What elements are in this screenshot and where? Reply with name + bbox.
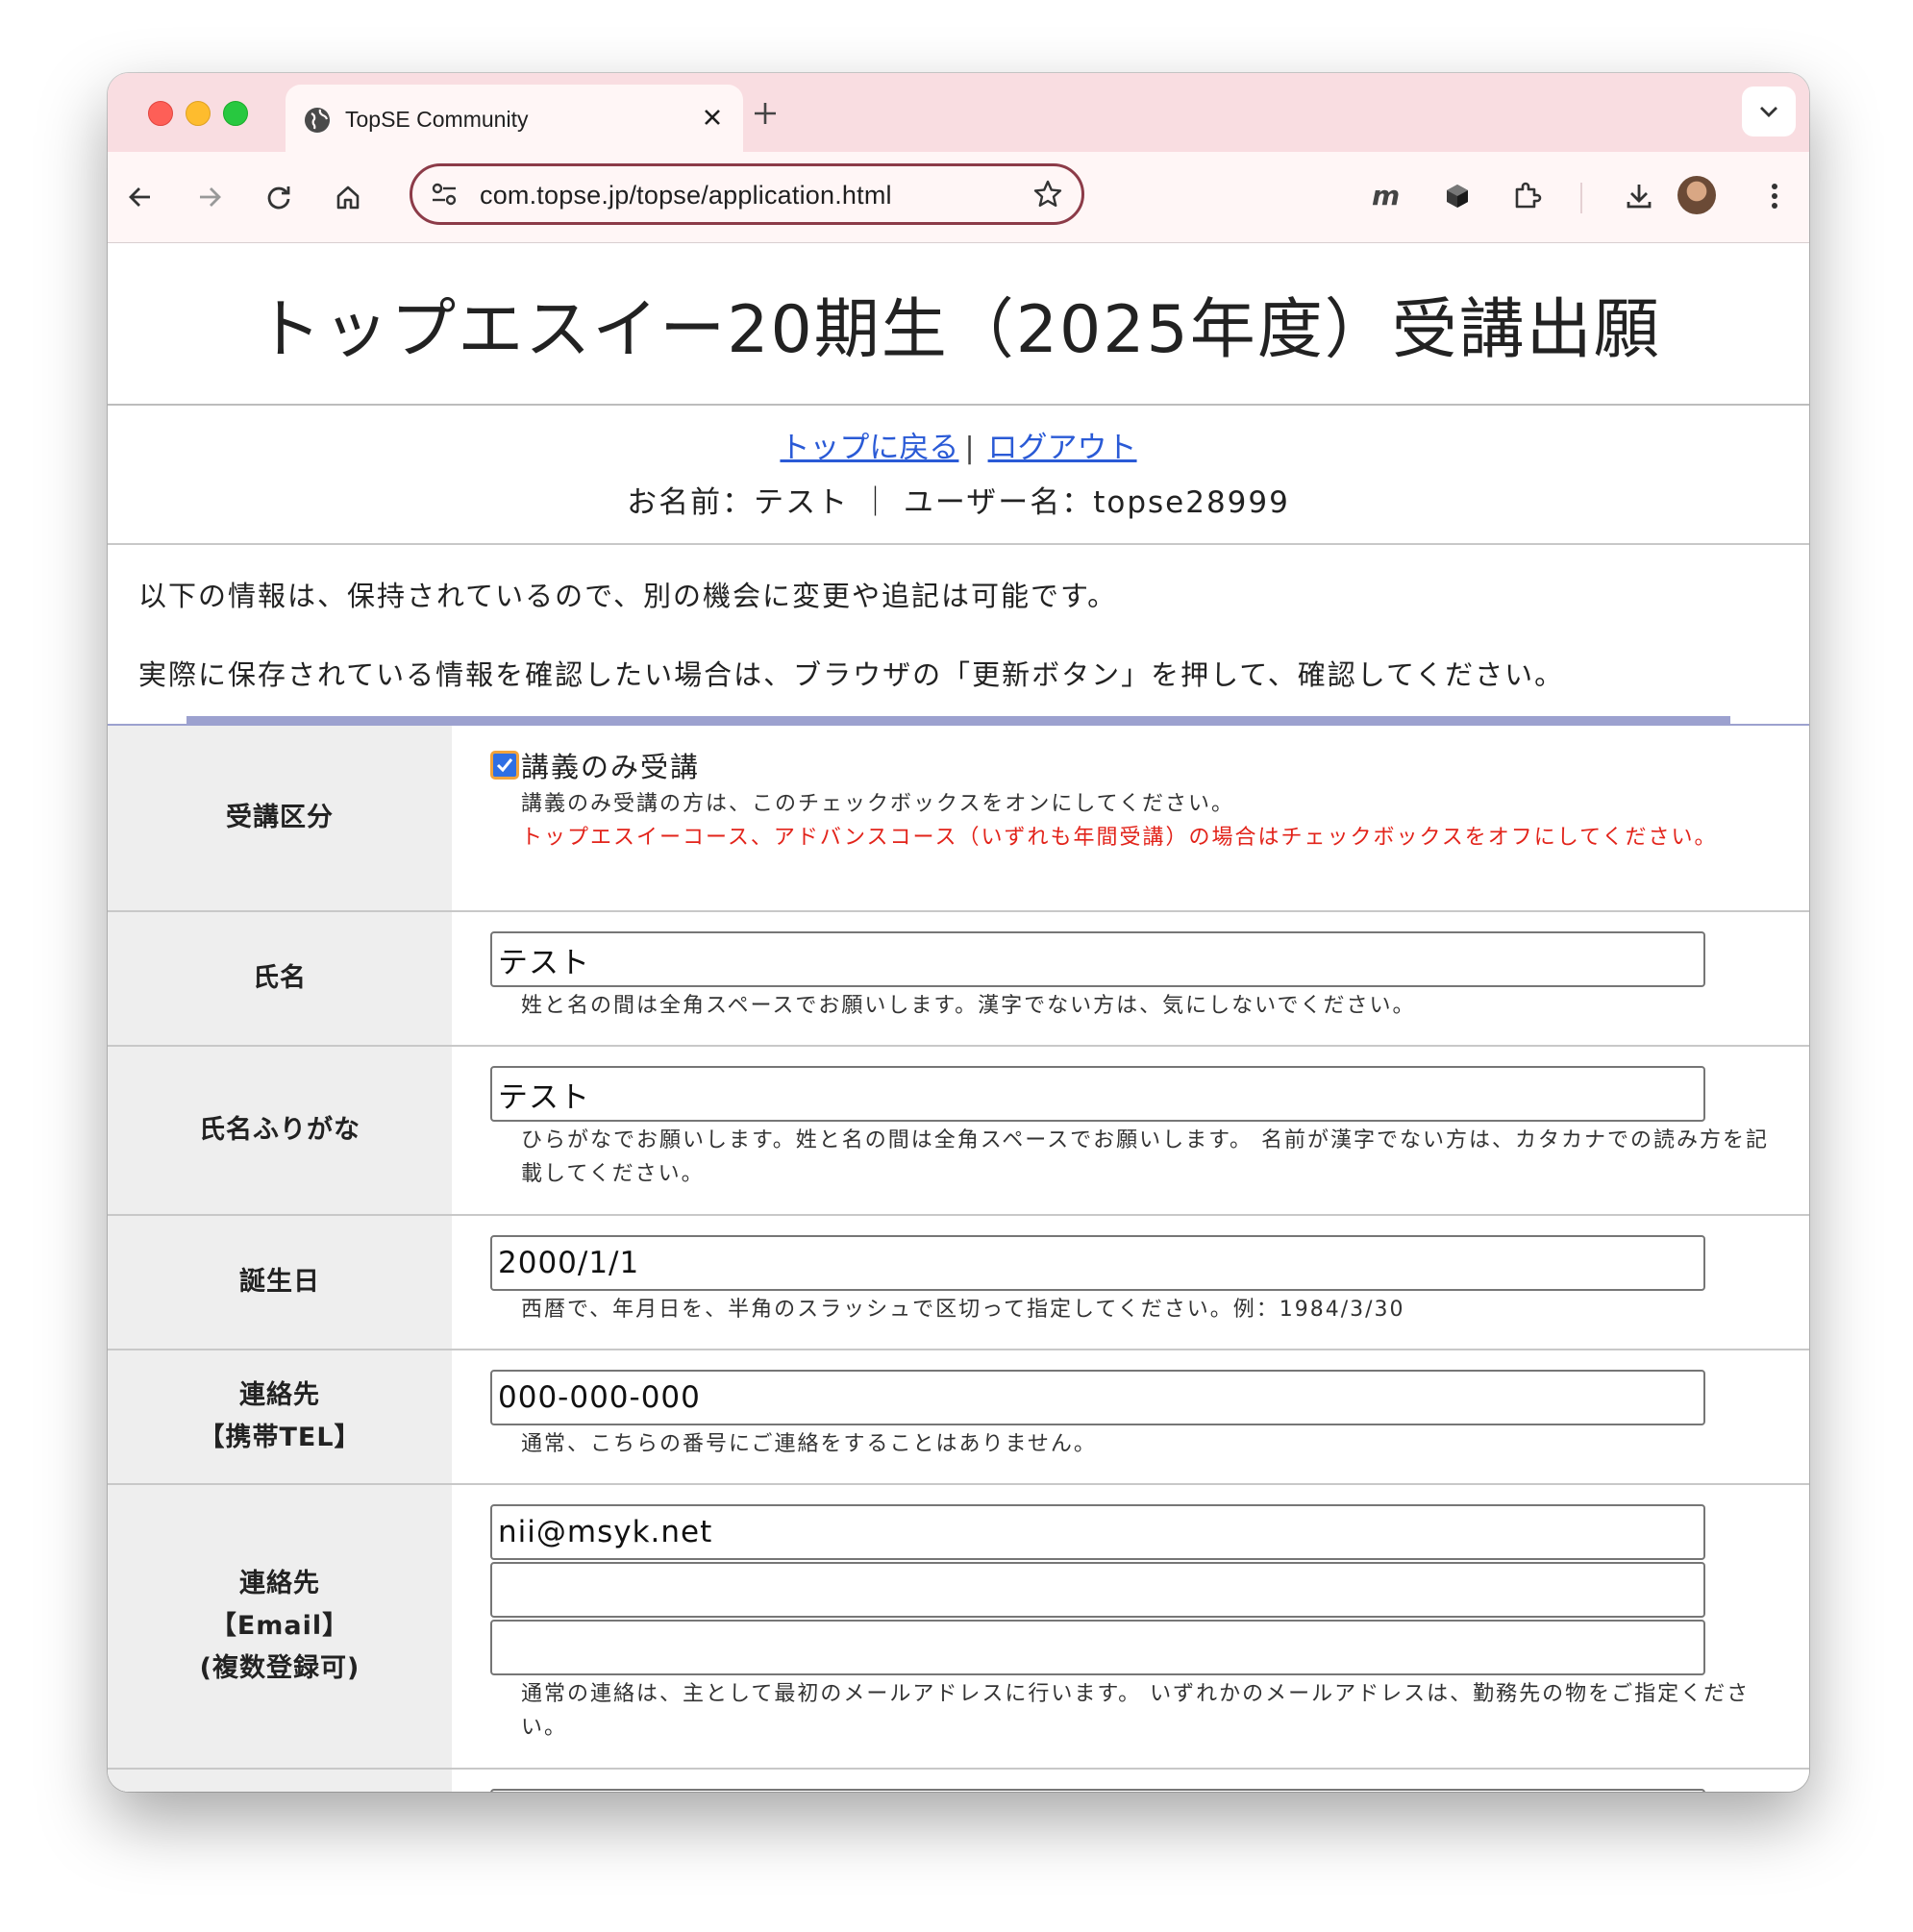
phone-label-line1: 連絡先 [238,1380,320,1410]
row-furigana: 氏名ふりがな ひらがなでお願いします。姓と名の間は全角スペースでお願いします。 … [108,1047,1809,1216]
lecture-only-label[interactable]: 講義のみ受講 [521,745,700,785]
chevron-down-icon [1760,107,1777,117]
bookmark-star-icon[interactable] [1031,178,1064,211]
accent-bar [186,716,1730,724]
close-window-button[interactable] [148,101,173,126]
email-note: 通常の連絡は、主として最初のメールアドレスに行います。 いずれかのメールアドレス… [521,1682,1751,1740]
name-label: 氏名 [108,912,452,1045]
svg-text:m: m [1372,182,1400,211]
reload-icon[interactable] [258,176,300,218]
new-tab-icon[interactable] [750,98,781,129]
name-note: 姓と名の間は全角スペースでお願いします。漢字でない方は、気にしないでください。 [521,994,1416,1018]
furigana-note: ひらがなでお願いします。姓と名の間は全角スペースでお願いします。 名前が漢字でな… [521,1128,1769,1186]
intro-section: 以下の情報は、保持されているので、別の機会に変更や追記は可能です。 実際に保存さ… [108,545,1809,716]
birthday-field: 西暦で、年月日を、半角のスラッシュで区切って指定してください。例：1984/3/… [452,1216,1809,1349]
row-name: 氏名 姓と名の間は全角スペースでお願いします。漢字でない方は、気にしないでくださ… [108,912,1809,1047]
browser-toolbar: com.topse.jp/topse/application.html m [108,152,1809,243]
phone-label: 連絡先【携帯TEL】 [108,1350,452,1483]
email-label-line2: 【Email】 [210,1611,350,1641]
logout-link[interactable]: ログアウト [988,431,1137,465]
more-menu-icon[interactable] [1752,173,1798,219]
nav-links: トップに戻る | ログアウト [108,423,1809,466]
link-separator: | [964,432,975,465]
course-type-label: 受講区分 [108,726,452,910]
phone-field: 通常、こちらの番号にご連絡をすることはありません。 [452,1350,1809,1483]
next-input[interactable] [490,1789,1705,1792]
row-birthday: 誕生日 西暦で、年月日を、半角のスラッシュで区切って指定してください。例：198… [108,1216,1809,1350]
row-phone: 連絡先【携帯TEL】 通常、こちらの番号にご連絡をすることはありません。 [108,1350,1809,1485]
zoom-window-button[interactable] [223,101,248,126]
user-info: お名前：テスト ｜ ユーザー名：topse28999 [627,485,1290,520]
email-label-line1: 連絡先 [239,1569,320,1598]
email-input-1[interactable] [490,1504,1705,1560]
intro-text-1: 以下の情報は、保持されているので、別の機会に変更や追記は可能です。 [138,580,1118,612]
birthday-input[interactable] [490,1235,1705,1291]
profile-avatar[interactable] [1677,176,1716,214]
close-tab-icon[interactable] [699,104,726,131]
row-email: 連絡先【Email】 (複数登録可) 通常の連絡は、主として最初のメールアドレスに… [108,1485,1809,1770]
extensions-puzzle-icon[interactable] [1504,173,1551,219]
forward-icon[interactable] [188,176,231,218]
row-next [108,1770,1809,1792]
next-row-label [108,1770,452,1792]
phone-note: 通常、こちらの番号にご連絡をすることはありません。 [521,1432,1097,1456]
page-header: トップエスイー20期生（2025年度）受講出願 [108,243,1809,406]
row-course-type: 受講区分 講義のみ受講 講義のみ受講の方は、このチェックボックスをオンにしてくだ… [108,726,1809,912]
cube-extension-icon[interactable] [1434,173,1480,219]
phone-input[interactable] [490,1370,1705,1425]
page-content: トップエスイー20期生（2025年度）受講出願 トップに戻る | ログアウト お名前… [108,243,1809,1792]
furigana-label: 氏名ふりがな [108,1047,452,1214]
email-input-3[interactable] [490,1620,1705,1675]
download-icon[interactable] [1616,173,1662,219]
application-form: 受講区分 講義のみ受講 講義のみ受講の方は、このチェックボックスをオンにしてくだ… [108,724,1809,1792]
page-title: トップエスイー20期生（2025年度）受講出願 [256,292,1661,368]
minimize-window-button[interactable] [186,101,211,126]
m-extension-icon[interactable]: m [1364,173,1410,219]
intro-text-2: 実際に保存されている情報を確認したい場合は、ブラウザの「更新ボタン」を押して、確… [138,658,1565,691]
back-icon[interactable] [119,176,161,218]
tab-search-button[interactable] [1742,87,1796,136]
toolbar-separator [1580,183,1582,213]
furigana-field: ひらがなでお願いします。姓と名の間は全角スペースでお願いします。 名前が漢字でな… [452,1047,1809,1214]
birthday-label: 誕生日 [108,1216,452,1349]
lecture-only-checkbox[interactable] [490,751,519,780]
site-settings-icon[interactable] [430,180,459,209]
url-text[interactable]: com.topse.jp/topse/application.html [480,181,892,211]
tab-strip: TopSE Community [108,73,1809,154]
course-type-field: 講義のみ受講 講義のみ受講の方は、このチェックボックスをオンにしてください。 ト… [452,726,1809,910]
birthday-note: 西暦で、年月日を、半角のスラッシュで区切って指定してください。例：1984/3/… [521,1298,1405,1322]
name-field: 姓と名の間は全角スペースでお願いします。漢字でない方は、気にしないでください。 [452,912,1809,1045]
name-input[interactable] [490,931,1705,987]
tab-title: TopSE Community [345,107,529,132]
email-field: 通常の連絡は、主として最初のメールアドレスに行います。 いずれかのメールアドレス… [452,1485,1809,1768]
address-bar[interactable]: com.topse.jp/topse/application.html [410,163,1084,225]
course-type-note: 講義のみ受講の方は、このチェックボックスをオンにしてください。 [521,792,1235,816]
course-type-warning: トップエスイーコース、アドバンスコース（いずれも年間受講）の場合はチェックボック… [521,826,1718,850]
furigana-input[interactable] [490,1066,1705,1122]
user-bar: トップに戻る | ログアウト お名前：テスト ｜ ユーザー名：topse28999 [108,406,1809,545]
email-input-2[interactable] [490,1562,1705,1618]
browser-tab[interactable]: TopSE Community [286,85,743,154]
phone-label-line2: 【携帯TEL】 [198,1423,361,1452]
email-label: 連絡先【Email】 (複数登録可) [108,1485,452,1768]
next-row-field [452,1770,1809,1792]
back-to-top-link[interactable]: トップに戻る [780,431,958,465]
browser-window: TopSE Community com.topse.jp/topse/appli… [108,73,1809,1792]
email-label-line3: (複数登録可) [199,1653,360,1683]
globe-icon [305,108,330,133]
home-icon[interactable] [327,176,369,218]
checkmark-icon [496,758,513,773]
